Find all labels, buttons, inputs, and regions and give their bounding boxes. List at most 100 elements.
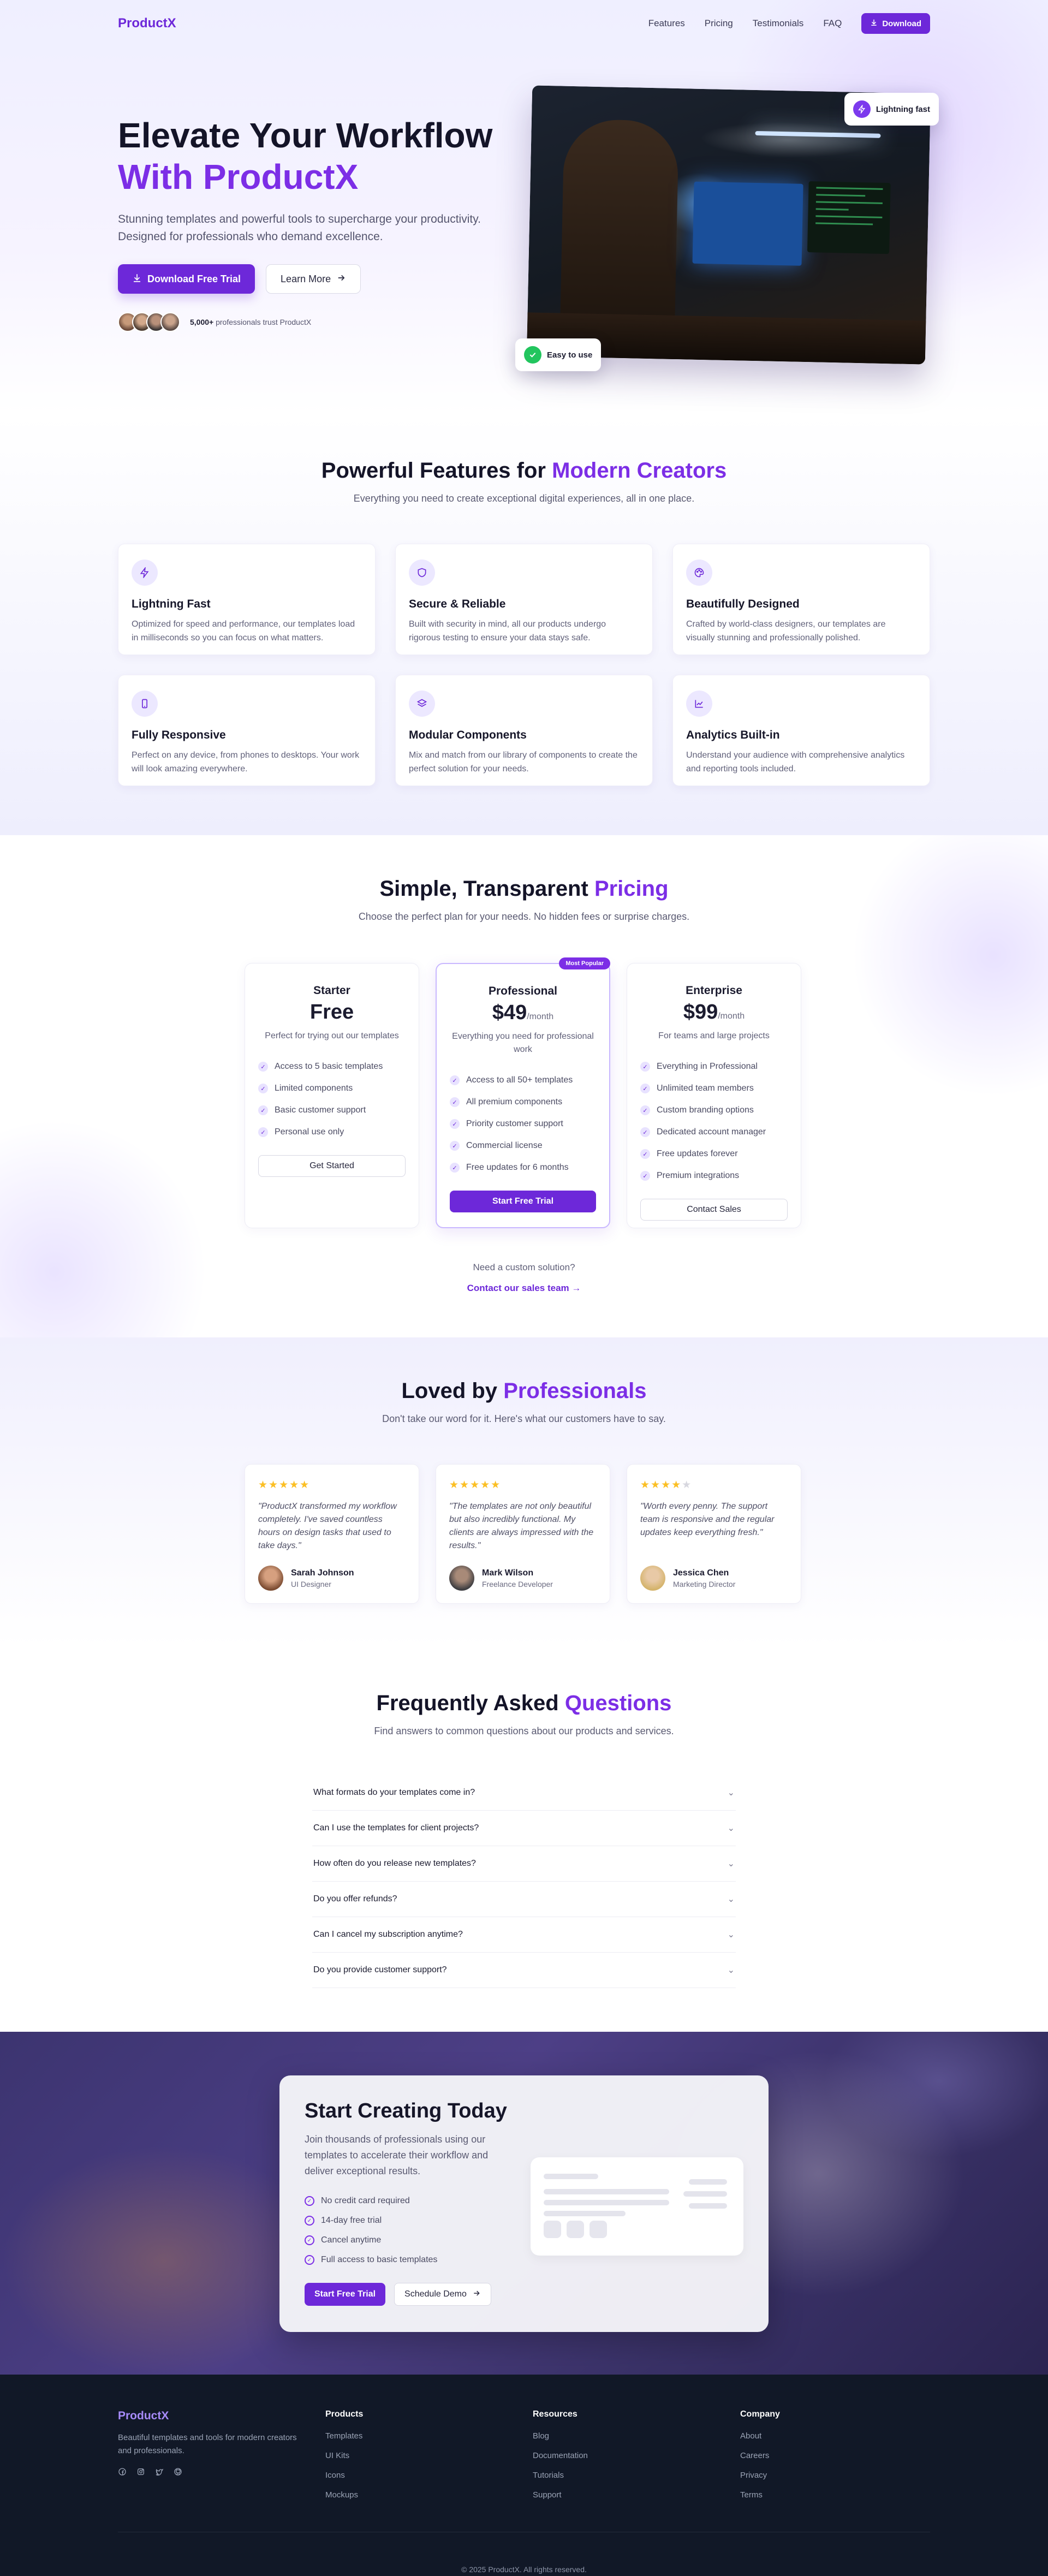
footer-link[interactable]: Careers [740,2451,930,2471]
plan-feature: ✓ Commercial license [450,1135,596,1157]
nav-link-faq[interactable]: FAQ [823,18,842,29]
social-links [118,2467,325,2476]
trust-row: 5,000+ professionals trust ProductX [118,312,511,332]
plan-name: Professional [488,985,558,997]
plan-feature: ✓ Free updates forever [640,1143,788,1165]
footer-links: Blog Documentation Tutorials Support [533,2431,740,2510]
plan-feature: ✓ Limited components [258,1078,406,1099]
cta-section: Start Creating Today Join thousands of p… [0,2032,1048,2375]
nav-link-features[interactable]: Features [648,18,685,29]
plan-features: ✓ Everything in Professional ✓ Unlimited t… [640,1056,788,1187]
faq-item[interactable]: What formats do your templates come in? ⌄ [312,1775,736,1811]
check-icon: ✓ [640,1084,650,1093]
footer-col-resources: Resources Blog Documentation Tutorials S… [533,2410,740,2510]
download-free-trial-button[interactable]: Download Free Trial [118,264,255,294]
footer-link[interactable]: About [740,2431,930,2451]
hero-copy: Elevate Your Workflow With ProductX Stun… [118,87,511,360]
star-rating: ★★★★★ [640,1479,693,1491]
testimonials-title-accent: Professionals [503,1379,647,1403]
feature-card: Secure & Reliable Built with security in… [395,544,653,655]
avatar [258,1566,283,1591]
check-icon: ✓ [258,1062,268,1072]
twitter-icon[interactable] [155,2467,164,2476]
faq-title-plain: Frequently Asked [376,1691,559,1715]
get-started-button[interactable]: Get Started [258,1155,406,1177]
cta-benefit: ✓ Cancel anytime [305,2230,512,2250]
faq-question: How often do you release new templates? [313,1859,476,1868]
plan-name: Enterprise [686,984,742,997]
footer-link[interactable]: Privacy [740,2471,930,2490]
footer-heading: Resources [533,2410,577,2419]
github-icon[interactable] [174,2467,182,2476]
feature-grid: Lightning Fast Optimized for speed and p… [118,544,930,786]
check-icon: ✓ [450,1141,460,1151]
feature-desc: Built with security in mind, all our pro… [409,620,606,642]
plan-feature: ✓ Personal use only [258,1121,406,1143]
testimonials-section: Loved by Professionals Don't take our wo… [0,1337,1048,1647]
footer-brand: ProductX Beautiful templates and tools f… [118,2410,325,2510]
author-role: Freelance Developer [482,1579,553,1589]
hero-ctas: Download Free Trial Learn More [118,264,511,294]
contact-sales-link[interactable]: Contact our sales team → [0,1283,1048,1294]
footer-heading: Company [740,2410,780,2419]
footer-logo[interactable]: ProductX [118,2410,325,2423]
arrow-right-icon [336,273,346,285]
logo[interactable]: ProductX [118,16,176,31]
footer-link[interactable]: Tutorials [533,2471,740,2490]
cta-start-free-trial-button[interactable]: Start Free Trial [305,2283,386,2306]
plan-desc: For teams and large projects [658,1031,770,1040]
testimonial-card: ★★★★★ "The templates are not only beauti… [436,1464,610,1604]
check-icon: ✓ [258,1105,268,1115]
testimonial-author: Sarah Johnson UI Designer [258,1566,406,1591]
author-role: Marketing Director [673,1579,736,1589]
faq-title-accent: Questions [564,1691,672,1715]
chevron-down-icon: ⌄ [727,1895,735,1904]
faq-item[interactable]: Do you provide customer support? ⌄ [312,1953,736,1988]
check-icon: ✓ [640,1062,650,1072]
faq-item[interactable]: Can I use the templates for client proje… [312,1811,736,1846]
instagram-icon[interactable] [136,2467,145,2476]
faq-section: Frequently Asked Questions Find answers … [0,1647,1048,2032]
plan-feature: ✓ Everything in Professional [640,1056,788,1078]
check-circle-icon: ✓ [305,2196,314,2206]
plan-feature: ✓ All premium components [450,1091,596,1113]
lightning-fast-badge: Lightning fast [844,93,939,126]
faq-title: Frequently Asked Questions [118,1691,930,1716]
check-circle-icon: ✓ [305,2255,314,2265]
nav-link-testimonials[interactable]: Testimonials [753,18,804,29]
faq-item[interactable]: How often do you release new templates? ⌄ [312,1846,736,1882]
feature-title: Fully Responsive [132,729,226,741]
cta-desc: Join thousands of professionals using ou… [305,2134,489,2176]
download-icon [870,19,878,28]
start-free-trial-button[interactable]: Start Free Trial [450,1191,596,1212]
footer-link[interactable]: Support [533,2490,740,2510]
custom-solution-question: Need a custom solution? [473,1262,575,1272]
schedule-demo-button[interactable]: Schedule Demo [394,2283,491,2306]
footer-link[interactable]: UI Kits [325,2451,533,2471]
hero-title-line2: With ProductX [118,157,359,197]
feature-desc: Mix and match from our library of compon… [409,751,638,774]
cta-title: Start Creating Today [305,2099,507,2122]
hero-section: Elevate Your Workflow With ProductX Stun… [0,0,1048,415]
learn-more-button[interactable]: Learn More [266,264,361,294]
facebook-icon[interactable] [118,2467,127,2476]
footer-link[interactable]: Templates [325,2431,533,2451]
faq-item[interactable]: Can I cancel my subscription anytime? ⌄ [312,1917,736,1953]
testimonial-quote: "The templates are not only beautiful bu… [449,1502,594,1550]
check-icon: ✓ [640,1105,650,1115]
footer-link[interactable]: Blog [533,2431,740,2451]
plan-feature: ✓ Free updates for 6 months [450,1157,596,1179]
feature-card: Modular Components Mix and match from ou… [395,675,653,786]
bolt-icon [853,100,871,118]
contact-sales-button[interactable]: Contact Sales [640,1199,788,1221]
chart-icon [686,691,712,717]
footer-link[interactable]: Terms [740,2490,930,2510]
nav-link-pricing[interactable]: Pricing [705,18,733,29]
faq-item[interactable]: Do you offer refunds? ⌄ [312,1882,736,1917]
footer-link[interactable]: Documentation [533,2451,740,2471]
footer-link[interactable]: Mockups [325,2490,533,2510]
nav-download-button[interactable]: Download [861,13,930,34]
trust-label: professionals trust ProductX [216,318,312,326]
footer-link[interactable]: Icons [325,2471,533,2490]
pricing-title-plain: Simple, Transparent [379,877,588,901]
